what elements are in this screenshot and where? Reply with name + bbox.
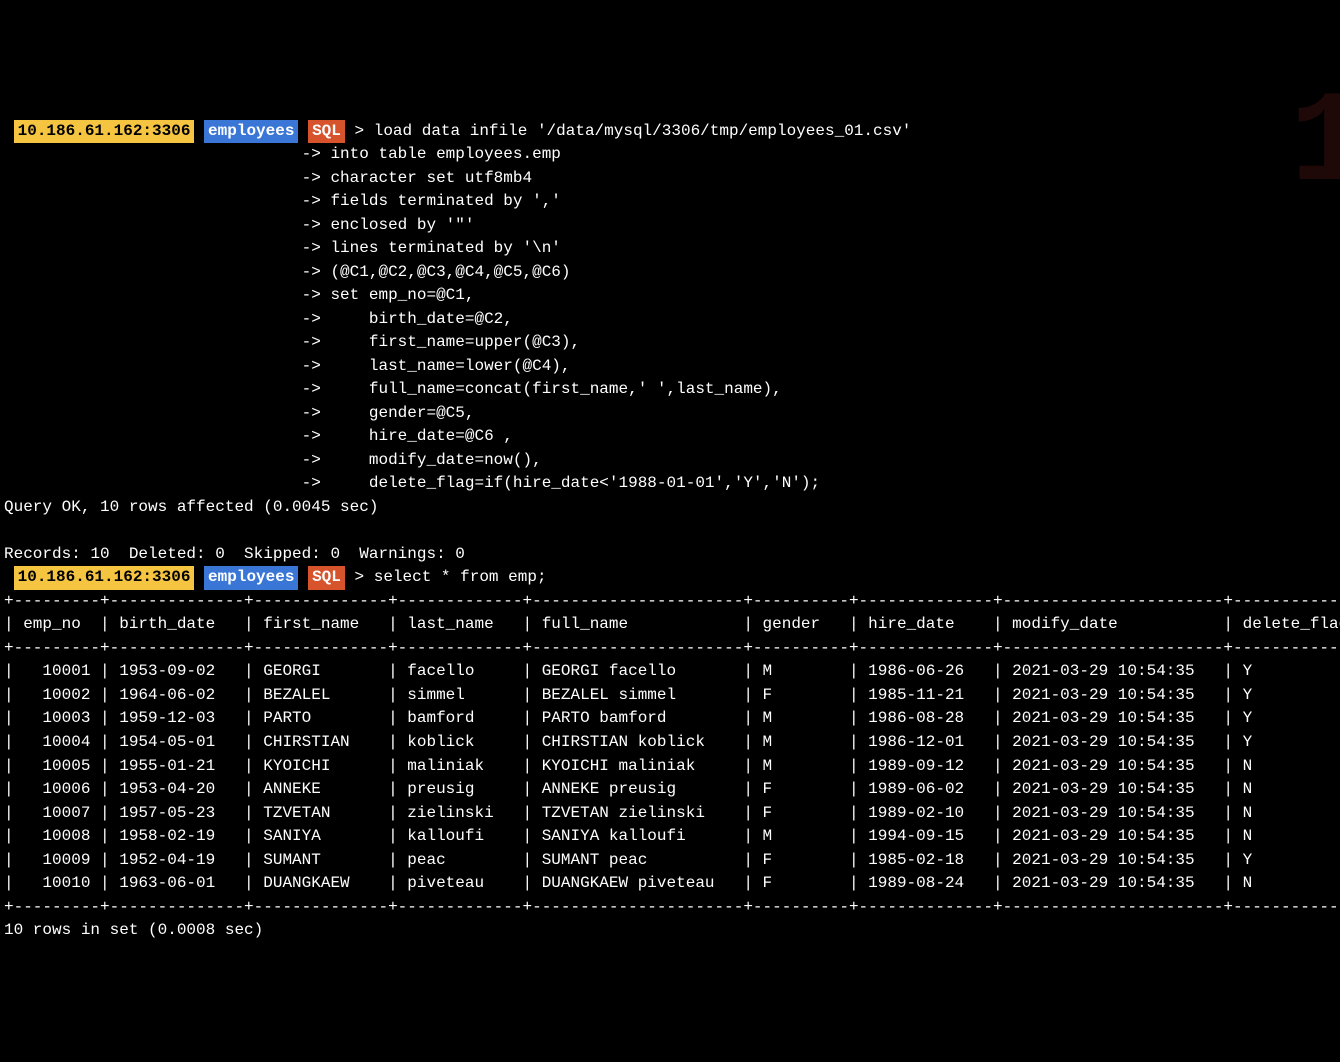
prompt-arrow: > bbox=[355, 568, 365, 586]
prompt-mode: SQL bbox=[308, 566, 345, 590]
prompt-db: employees bbox=[204, 566, 298, 590]
prompt-host: 10.186.61.162:3306 bbox=[14, 566, 195, 590]
prompt-host: 10.186.61.162:3306 bbox=[14, 120, 195, 144]
prompt-mode: SQL bbox=[308, 120, 345, 144]
prompt-db: employees bbox=[204, 120, 298, 144]
terminal-output[interactable]: 10.186.61.162:3306 employees SQL > load … bbox=[4, 120, 1336, 943]
prompt-arrow: > bbox=[355, 122, 365, 140]
